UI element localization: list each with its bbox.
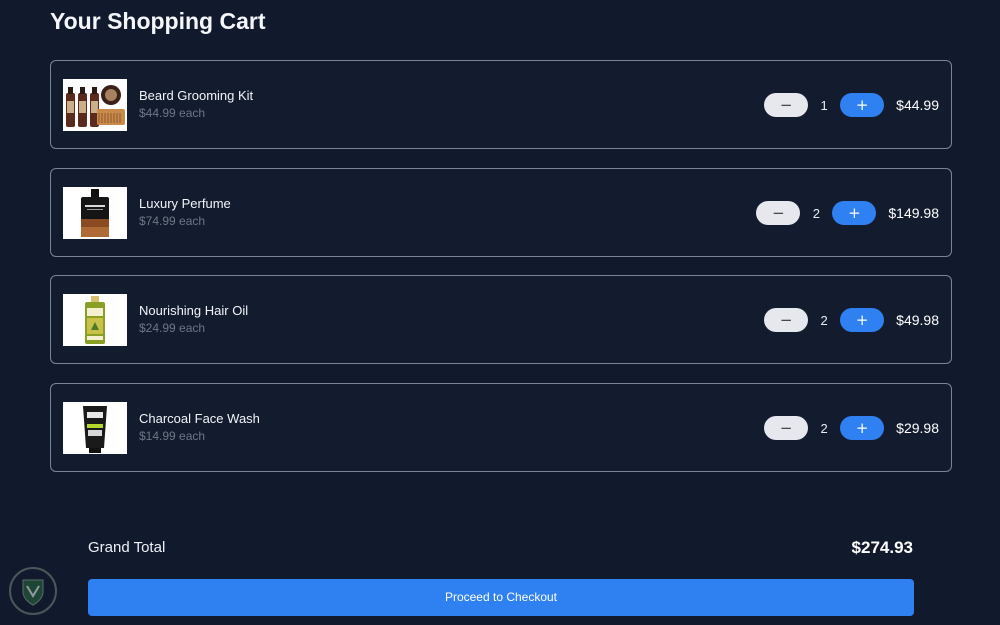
beard-kit-image [63, 79, 127, 131]
quantity-stepper: − 2 + $29.98 [764, 415, 939, 441]
perfume-image [63, 187, 127, 239]
quantity-value: 1 [820, 97, 828, 113]
quantity-value: 2 [820, 420, 828, 436]
item-total: $49.98 [896, 312, 939, 328]
checkout-button[interactable]: Proceed to Checkout [88, 579, 914, 616]
face-wash-image [63, 402, 127, 454]
item-unit-price: $24.99 each [139, 321, 206, 335]
increase-quantity-button[interactable]: + [832, 201, 877, 225]
increase-quantity-button[interactable]: + [840, 416, 885, 440]
increase-quantity-button[interactable]: + [840, 93, 885, 117]
shield-logo-icon [4, 566, 62, 616]
quantity-value: 2 [820, 312, 828, 328]
item-name: Charcoal Face Wash [139, 411, 260, 426]
quantity-stepper: − 2 + $49.98 [764, 307, 939, 333]
item-total: $149.98 [888, 205, 939, 221]
cart-item: Beard Grooming Kit $44.99 each − 1 + $44… [50, 60, 952, 149]
item-unit-price: $74.99 each [139, 214, 206, 228]
grand-total-value: $274.93 [851, 538, 913, 557]
item-name: Beard Grooming Kit [139, 88, 254, 103]
hair-oil-image [63, 294, 127, 346]
item-unit-price: $14.99 each [139, 429, 206, 443]
increase-quantity-button[interactable]: + [840, 308, 885, 332]
item-total: $44.99 [896, 97, 939, 113]
item-total: $29.98 [896, 420, 939, 436]
decrease-quantity-button[interactable]: − [764, 416, 809, 440]
item-unit-price: $44.99 each [139, 106, 206, 120]
decrease-quantity-button[interactable]: − [756, 201, 801, 225]
quantity-value: 2 [812, 205, 820, 221]
cart-item: Charcoal Face Wash $14.99 each − 2 + $29… [50, 383, 952, 472]
decrease-quantity-button[interactable]: − [764, 308, 809, 332]
quantity-stepper: − 2 + $149.98 [756, 200, 939, 226]
page-title: Your Shopping Cart [50, 8, 266, 34]
quantity-stepper: − 1 + $44.99 [764, 92, 939, 118]
item-name: Luxury Perfume [139, 196, 231, 211]
cart-item: Nourishing Hair Oil $24.99 each − 2 + $4… [50, 275, 952, 364]
grand-total-label: Grand Total [88, 539, 166, 556]
cart-item: Luxury Perfume $74.99 each − 2 + $149.98 [50, 168, 952, 257]
item-name: Nourishing Hair Oil [139, 303, 249, 318]
decrease-quantity-button[interactable]: − [764, 93, 809, 117]
cart-page: Your Shopping Cart Beard Grooming Kit $4… [0, 0, 1000, 625]
